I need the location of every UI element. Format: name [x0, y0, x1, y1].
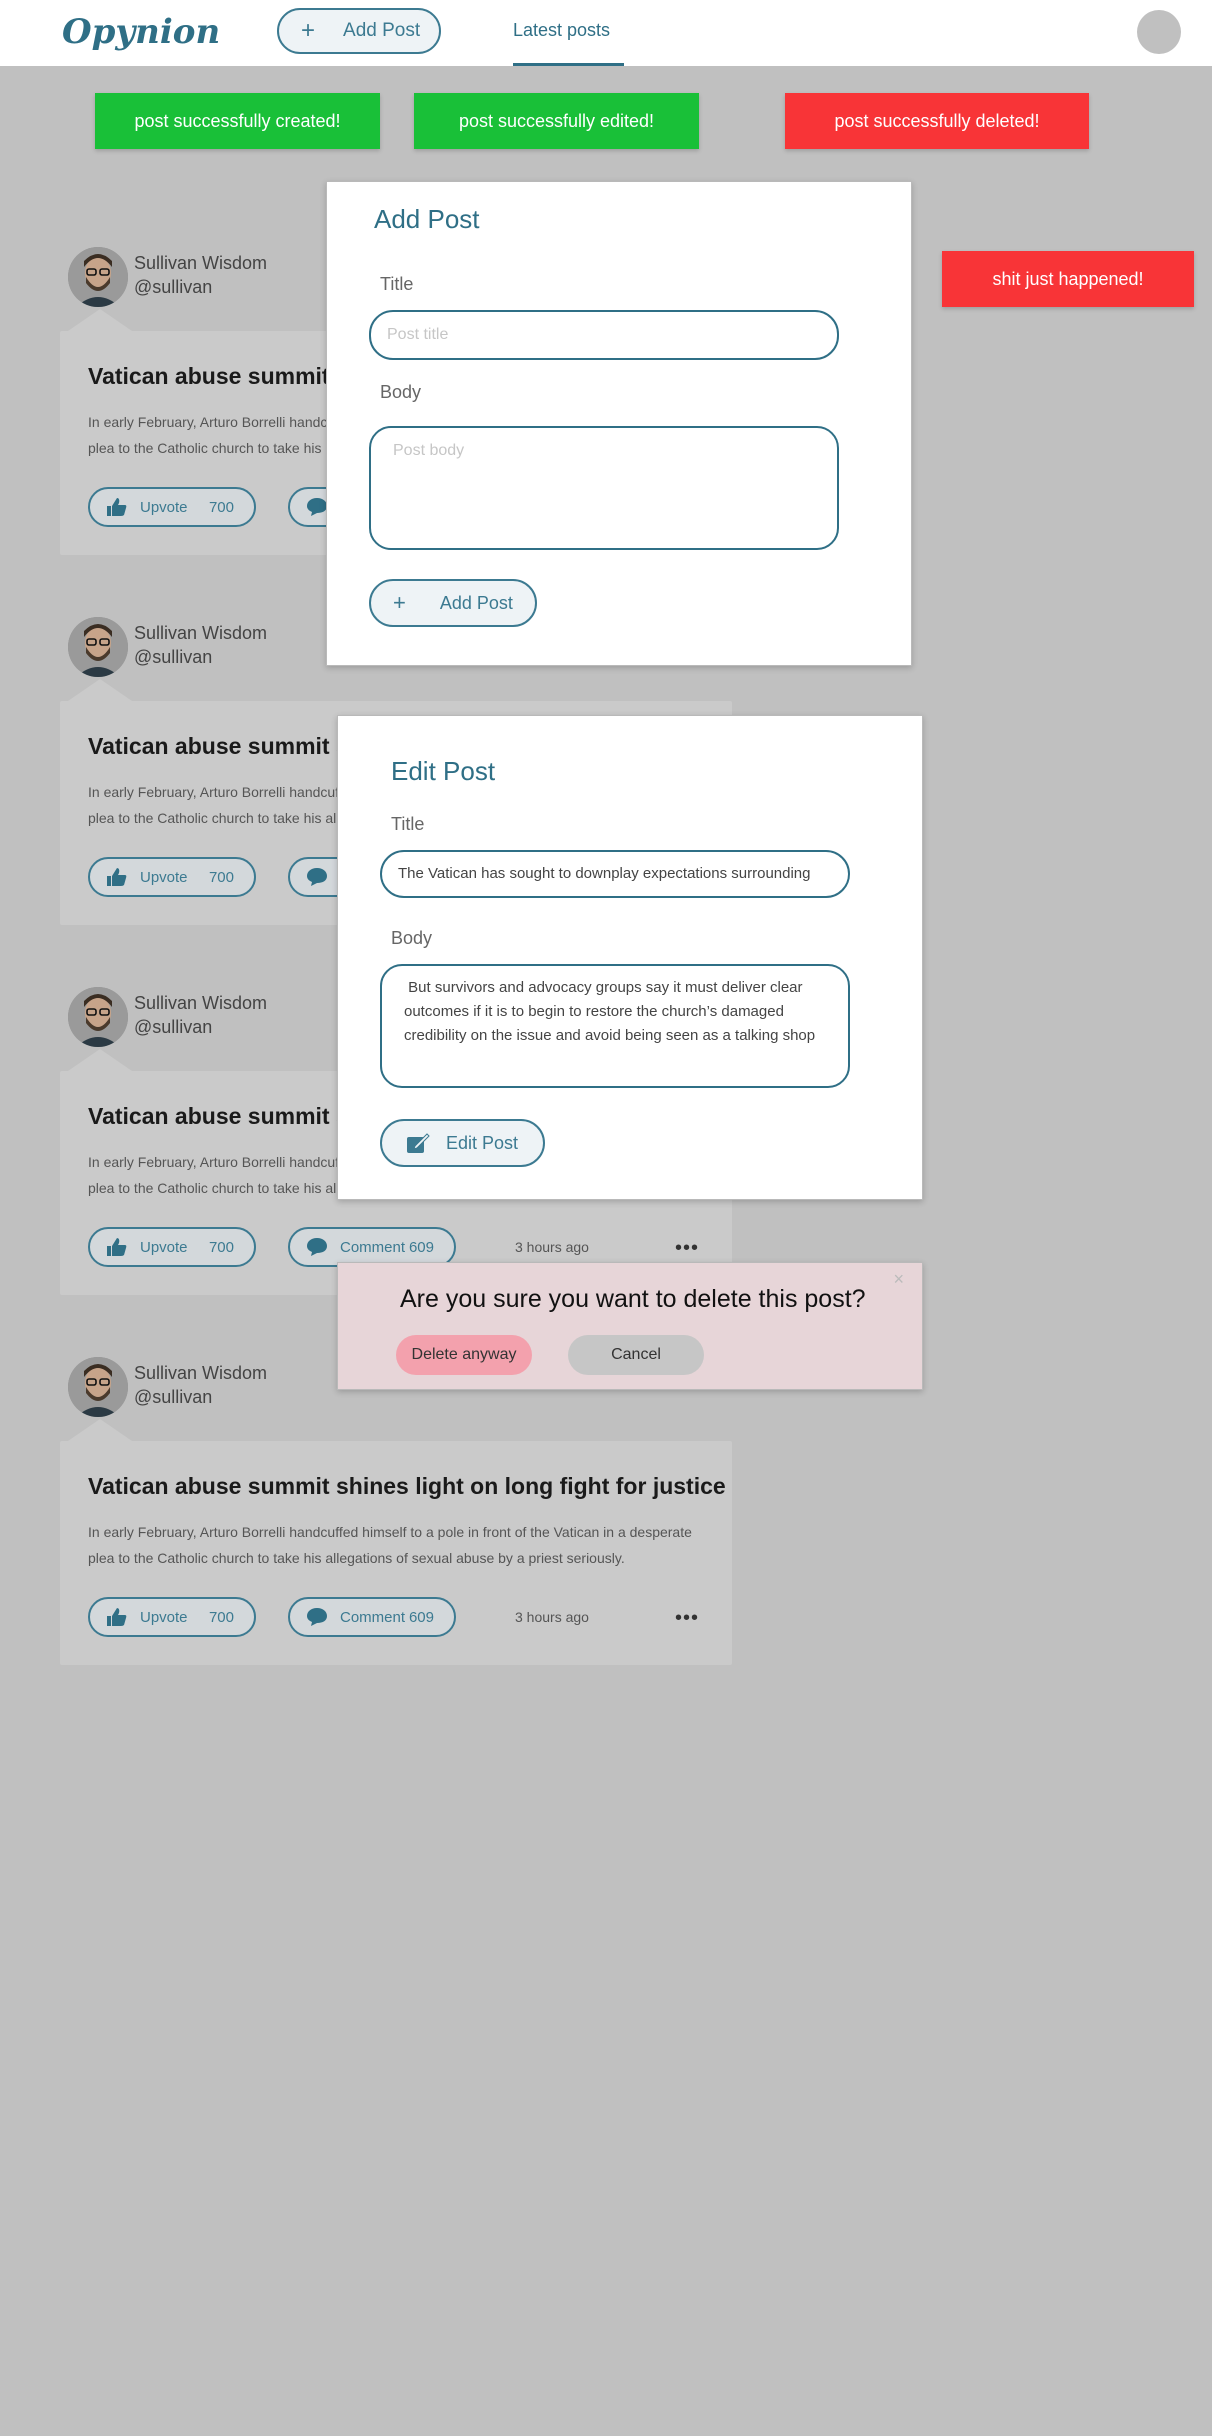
modal-title: Edit Post: [391, 756, 496, 786]
thumbs-up-icon: [107, 868, 127, 886]
author-name[interactable]: Sullivan Wisdom: [134, 623, 267, 644]
author-avatar[interactable]: [68, 247, 128, 307]
modal-title: Add Post: [374, 204, 480, 234]
comment-label: Comment: [340, 1608, 406, 1626]
author-handle: @sullivan: [134, 1387, 213, 1407]
title-label: Title: [391, 814, 425, 834]
edit-icon: [407, 1133, 430, 1153]
upvote-label: Upvote: [140, 498, 188, 516]
active-tab-indicator: [513, 63, 624, 66]
cancel-button[interactable]: Cancel: [568, 1335, 704, 1375]
author-name[interactable]: Sullivan Wisdom: [134, 993, 267, 1014]
edit-body-textarea[interactable]: But survivors and advocacy groups say it…: [380, 964, 850, 1088]
thumbs-up-icon: [107, 1608, 127, 1626]
upvote-button[interactable]: Upvote 700: [88, 857, 256, 897]
tab-latest-posts[interactable]: Latest posts: [513, 20, 610, 41]
comment-button[interactable]: Comment 609: [288, 1227, 456, 1267]
add-post-button[interactable]: + Add Post: [277, 8, 441, 54]
toast-deleted: post successfully deleted!: [785, 93, 1089, 149]
author-handle: @sullivan: [134, 277, 213, 297]
delete-anyway-button[interactable]: Delete anyway: [396, 1335, 532, 1375]
edit-title-input[interactable]: The Vatican has sought to downplay expec…: [380, 850, 850, 898]
user-avatar[interactable]: [1137, 10, 1181, 54]
submit-add-post-label: Add Post: [439, 592, 513, 613]
comment-count: 609: [408, 1238, 434, 1256]
comment-icon: [307, 498, 327, 516]
author-avatar[interactable]: [68, 987, 128, 1047]
upvote-button[interactable]: Upvote 700: [88, 487, 256, 527]
upvote-label: Upvote: [140, 868, 188, 886]
author-name[interactable]: Sullivan Wisdom: [134, 253, 267, 274]
comment-icon: [307, 1238, 327, 1256]
upvote-button[interactable]: Upvote 700: [88, 1597, 256, 1637]
submit-edit-post-button[interactable]: Edit Post: [380, 1119, 545, 1167]
add-post-modal: Add Post Title Post title Body Post body…: [326, 181, 912, 666]
post-timestamp: 3 hours ago: [515, 1239, 589, 1255]
author-name[interactable]: Sullivan Wisdom: [134, 1363, 267, 1384]
delete-confirm-dialog: Are you sure you want to delete this pos…: [337, 1262, 923, 1390]
upvote-count: 700: [208, 498, 234, 516]
upvote-count: 700: [208, 1238, 234, 1256]
submit-add-post-button[interactable]: + Add Post: [369, 579, 537, 627]
title-label: Title: [380, 274, 414, 294]
author-avatar[interactable]: [68, 617, 128, 677]
top-navbar: Opynion + Add Post Latest posts: [0, 0, 1212, 66]
comment-icon: [307, 1608, 327, 1626]
close-icon[interactable]: ×: [893, 1269, 904, 1290]
body-label: Body: [380, 382, 422, 402]
thumbs-up-icon: [107, 1238, 127, 1256]
more-options-icon[interactable]: •••: [675, 1237, 699, 1260]
logo[interactable]: Opynion: [62, 12, 220, 52]
card-notch: [68, 1049, 132, 1071]
upvote-button[interactable]: Upvote 700: [88, 1227, 256, 1267]
author-handle: @sullivan: [134, 1017, 213, 1037]
more-options-icon[interactable]: •••: [675, 1607, 699, 1630]
post-body-card: Vatican abuse summit shines light on lon…: [60, 1441, 732, 1665]
card-notch: [68, 309, 132, 331]
plus-icon: +: [393, 590, 406, 615]
post-title[interactable]: Vatican abuse summit shines light on lon…: [88, 1473, 726, 1500]
edit-post-modal: Edit Post Title The Vatican has sought t…: [337, 715, 923, 1200]
plus-icon: +: [301, 17, 316, 44]
toast-edited: post successfully edited!: [414, 93, 699, 149]
comment-icon: [307, 868, 327, 886]
post-timestamp: 3 hours ago: [515, 1609, 589, 1625]
upvote-label: Upvote: [140, 1238, 188, 1256]
toast-created: post successfully created!: [95, 93, 380, 149]
upvote-label: Upvote: [140, 1608, 188, 1626]
add-post-button-label: Add Post: [343, 20, 421, 41]
comment-count: 609: [408, 1608, 434, 1626]
card-notch: [68, 1419, 132, 1441]
comment-label: Comment: [340, 1238, 406, 1256]
confirm-question: Are you sure you want to delete this pos…: [400, 1285, 866, 1313]
toast-error: shit just happened!: [942, 251, 1194, 307]
author-avatar[interactable]: [68, 1357, 128, 1417]
post-body-textarea[interactable]: Post body: [369, 426, 839, 550]
comment-button[interactable]: Comment 609: [288, 1597, 456, 1637]
card-notch: [68, 679, 132, 701]
post-title-input[interactable]: Post title: [369, 310, 839, 360]
upvote-count: 700: [208, 1608, 234, 1626]
author-handle: @sullivan: [134, 647, 213, 667]
upvote-count: 700: [208, 868, 234, 886]
submit-edit-post-label: Edit Post: [446, 1132, 519, 1153]
body-label: Body: [391, 928, 433, 948]
post-excerpt: In early February, Arturo Borrelli handc…: [88, 1524, 692, 1566]
thumbs-up-icon: [107, 498, 127, 516]
